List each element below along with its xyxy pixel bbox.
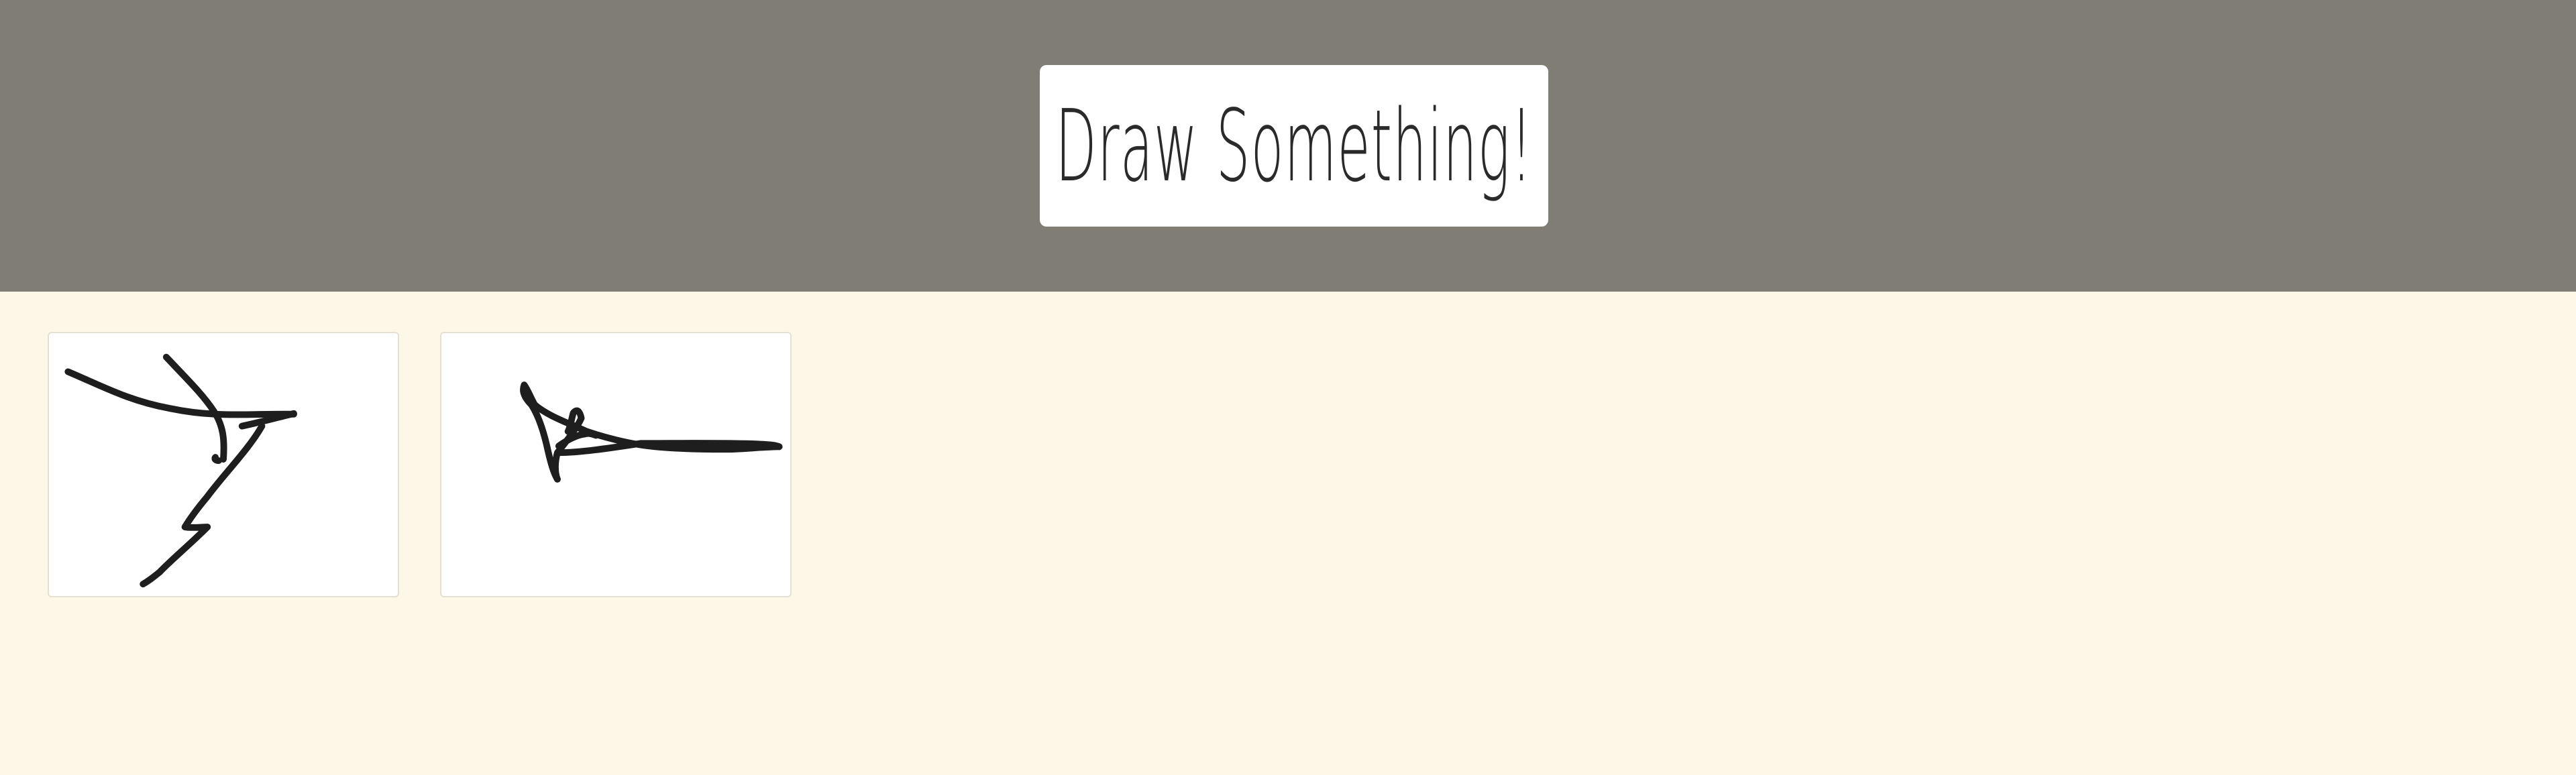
drawing-gallery	[0, 292, 2576, 775]
drawing-thumbnail-1[interactable]	[48, 332, 399, 597]
drawing-1-stroke-5	[211, 454, 223, 465]
title-card: Draw Something!	[1040, 65, 1548, 227]
drawing-2-stroke-5	[555, 430, 600, 450]
page-title: Draw Something!	[1055, 88, 1533, 204]
drawing-2-canvas	[520, 381, 783, 483]
drawing-thumbnail-2[interactable]	[440, 332, 792, 597]
page-header: Draw Something!	[0, 0, 2576, 292]
drawing-1-canvas	[64, 353, 297, 588]
drawing-1-stroke-4	[140, 422, 266, 588]
drawing-1-stroke-1	[64, 368, 297, 418]
